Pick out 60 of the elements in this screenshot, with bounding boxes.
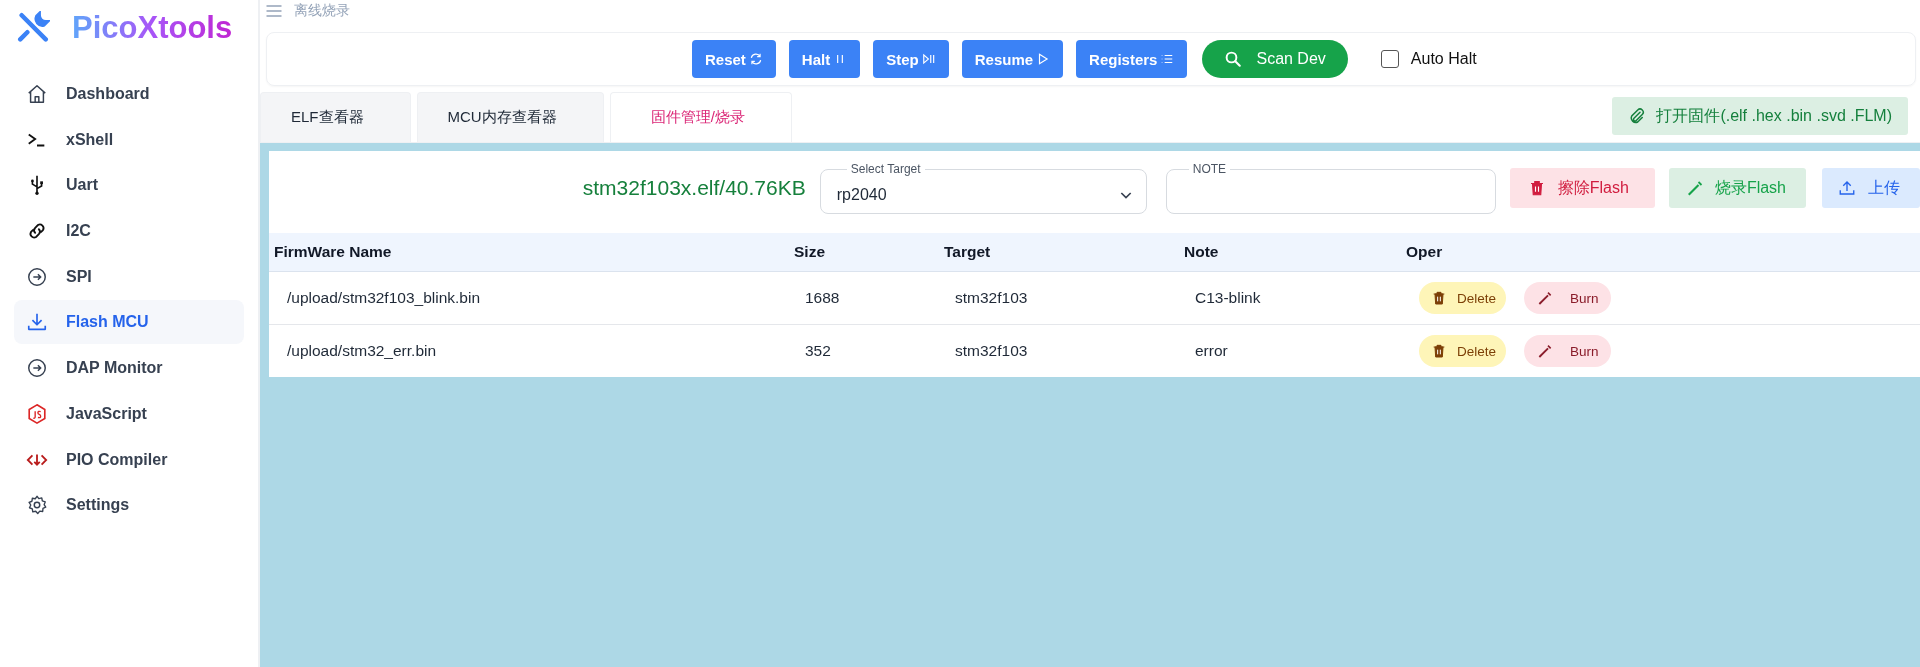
table-cell-text: 352 — [805, 342, 832, 360]
table-cell-text: stm32f103 — [955, 289, 1029, 307]
toolbar-button[interactable]: Halt — [788, 40, 861, 78]
refresh-icon — [748, 52, 763, 66]
sidebar-item[interactable]: I2C — [14, 209, 244, 254]
play-icon — [1036, 52, 1051, 66]
burn-button[interactable]: Burn — [1524, 335, 1611, 367]
toolbar-button[interactable]: Reset — [692, 40, 776, 78]
tab[interactable]: MCU内存查看器 — [416, 92, 604, 142]
wrench-screwdriver-icon — [16, 11, 50, 45]
table-cell-text: 1688 — [805, 289, 841, 307]
sidebar-item[interactable]: Dashboard — [14, 72, 244, 116]
column-header: Target — [944, 243, 992, 261]
toolbar-button[interactable]: Resume — [961, 40, 1064, 78]
checkbox[interactable] — [1380, 50, 1399, 68]
file-info: stm32f103x.elf/40.76KB — [582, 176, 806, 200]
tab[interactable]: 固件管理/烧录 — [609, 92, 792, 142]
sidebar-item[interactable]: DAP Monitor — [14, 346, 244, 391]
sidebar-item[interactable]: Settings — [14, 483, 244, 528]
select-target-field[interactable]: Select Target rp2040 — [819, 162, 1147, 214]
burn-button[interactable]: Burn — [1524, 282, 1611, 314]
sidebar-item[interactable]: PIO Compiler — [14, 437, 244, 482]
upload-icon — [1838, 179, 1856, 197]
settings-icon — [26, 494, 48, 517]
action-button[interactable]: 擦除Flash — [1509, 168, 1655, 208]
sidebar-item[interactable]: SPI — [14, 254, 244, 299]
trash-icon — [1431, 290, 1447, 306]
step-icon — [921, 52, 936, 66]
paperclip-icon — [1628, 107, 1647, 125]
search-icon — [1224, 50, 1243, 68]
home-icon — [26, 83, 48, 105]
pencil-icon — [1536, 343, 1553, 359]
column-header: Note — [1184, 243, 1220, 261]
sidebar-item[interactable]: JavaScript — [14, 391, 244, 436]
toolbar-button[interactable]: Registers — [1076, 40, 1188, 78]
delete-button[interactable]: Delete — [1419, 282, 1507, 314]
action-button[interactable]: 上传 — [1822, 168, 1920, 208]
arrow-circle-icon — [26, 265, 48, 288]
table-cell-text: /upload/stm32_err.bin — [287, 342, 438, 360]
sidebar-item[interactable]: Flash MCU — [14, 300, 244, 345]
trash-icon — [1431, 343, 1447, 359]
column-header: FirmWare Name — [274, 243, 393, 261]
table-cell-text: stm32f103 — [955, 342, 1029, 360]
table-cell-text: C13-blink — [1195, 289, 1262, 307]
hexagon-js-icon — [26, 402, 48, 425]
table-cell-text: /upload/stm32f103_blink.bin — [287, 289, 482, 307]
tab[interactable]: ELF查看器 — [260, 92, 411, 142]
column-header: Size — [794, 243, 826, 261]
note-field[interactable]: NOTE — [1165, 162, 1496, 214]
sidebar-item[interactable]: xShell — [14, 117, 244, 162]
delete-button[interactable]: Delete — [1419, 335, 1507, 367]
column-header: Oper — [1406, 243, 1444, 261]
breadcrumb: 离线烧录 — [294, 2, 350, 20]
checkbox-label: Auto Halt — [1410, 50, 1477, 68]
open-firmware-button[interactable]: 打开固件(.elf .hex .bin .svd .FLM) — [1612, 97, 1908, 135]
table-cell-text: error — [1195, 342, 1229, 360]
sidebar-item[interactable]: Uart — [14, 163, 244, 208]
arrow-circle-icon — [26, 357, 48, 380]
pencil-icon — [1536, 290, 1553, 306]
toolbar-button[interactable]: Step — [873, 40, 949, 78]
